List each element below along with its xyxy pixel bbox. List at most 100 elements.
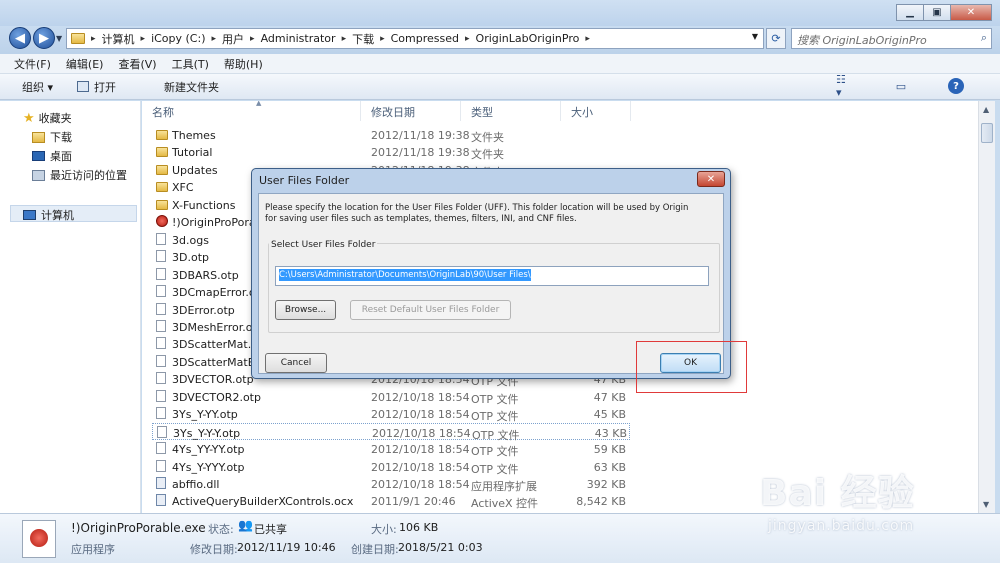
breadcrumb-computer[interactable]: 计算机 — [102, 31, 135, 47]
file-name: 3Ys_Y-Y-Y.otp — [173, 426, 241, 440]
browse-button[interactable]: Browse... — [275, 300, 336, 320]
column-header-size[interactable]: 大小 — [561, 101, 631, 121]
downloads-folder-icon — [32, 131, 45, 143]
file-icon — [156, 302, 166, 315]
menu-file[interactable]: 文件(F) — [14, 56, 51, 72]
file-row[interactable]: 4Ys_Y-YYY.otp 2012/10/18 18:54 OTP 文件 63 KB — [152, 458, 630, 476]
column-header-date[interactable]: 修改日期 — [361, 101, 461, 121]
search-icon: ⌕ — [980, 31, 987, 44]
nav-recent[interactable]: 最近访问的位置 — [32, 167, 127, 183]
folder-path-input[interactable]: C:\Users\Administrator\Documents\OriginL… — [275, 266, 709, 286]
view-options-icon[interactable]: ☷ ▾ — [836, 73, 854, 99]
watermark-main: Bai 经验 — [760, 473, 915, 514]
reset-default-folder-button[interactable]: Reset Default User Files Folder — [350, 300, 511, 320]
folder-icon — [156, 147, 168, 158]
refresh-button[interactable]: ⟳ — [766, 28, 786, 49]
file-row[interactable]: 3Ys_Y-YY.otp 2012/10/18 18:54 OTP 文件 45 KB — [152, 405, 630, 423]
history-dropdown-icon[interactable]: ▼ — [56, 34, 62, 43]
column-header-name[interactable]: 名称 — [142, 101, 361, 121]
folder-icon — [156, 182, 168, 193]
scroll-up-icon[interactable]: ▲ — [983, 105, 989, 114]
file-size: 63 KB — [593, 460, 626, 474]
help-icon[interactable]: ? — [948, 78, 964, 94]
cancel-button[interactable]: Cancel — [265, 353, 327, 373]
open-button[interactable]: 打开 — [77, 79, 140, 95]
dialog-description: Please specify the location for the User… — [265, 203, 689, 224]
file-icon — [156, 337, 166, 350]
breadcrumb-compressed[interactable]: Compressed — [391, 32, 459, 45]
preview-pane-icon[interactable]: ▭ — [892, 78, 910, 94]
file-size: 43 KB — [594, 426, 627, 440]
file-name: 3d.ogs — [172, 233, 209, 247]
details-state-value: 已共享 — [254, 523, 287, 536]
file-row[interactable]: Tutorial 2012/11/18 19:38 文件夹 — [152, 143, 630, 161]
close-button[interactable]: ✕ — [950, 4, 992, 21]
new-folder-button[interactable]: 新建文件夹 — [164, 79, 219, 95]
menu-edit[interactable]: 编辑(E) — [66, 56, 104, 72]
file-size: 45 KB — [593, 408, 626, 422]
file-name: XFC — [172, 181, 194, 195]
file-name: ActiveQueryBuilderXControls.ocx — [172, 495, 354, 509]
menu-tools[interactable]: 工具(T) — [172, 56, 209, 72]
highlight-annotation-box — [636, 341, 747, 393]
recent-places-icon — [32, 169, 45, 181]
nav-computer[interactable]: 计算机 — [23, 207, 74, 223]
file-date: 2012/10/18 18:54 — [371, 443, 470, 457]
file-name: 3DVECTOR2.otp — [172, 390, 261, 404]
file-row[interactable]: 3DVECTOR2.otp 2012/10/18 18:54 OTP 文件 47 KB — [152, 388, 630, 406]
minimize-button[interactable]: ▁ — [896, 4, 923, 21]
file-icon — [156, 354, 166, 367]
dialog-close-button[interactable]: ✕ — [697, 171, 725, 187]
file-row[interactable]: abffio.dll 2012/10/18 18:54 应用程序扩展 392 KB — [152, 475, 630, 493]
menu-view[interactable]: 查看(V) — [118, 56, 156, 72]
back-arrow-icon: ◀ — [15, 30, 25, 46]
file-icon — [156, 232, 166, 245]
refresh-icon: ⟳ — [771, 32, 781, 45]
organize-button[interactable]: 组织 ▾ — [22, 79, 53, 95]
shared-users-icon: 👥 — [238, 518, 253, 532]
address-bar[interactable]: ▸ 计算机 ▸ iCopy (C:) ▸ 用户 ▸ Administrator ▸ 下载… — [66, 28, 764, 49]
star-icon: ★ — [23, 110, 35, 126]
nav-downloads[interactable]: 下载 — [32, 129, 72, 145]
back-button[interactable]: ◀ — [9, 27, 31, 49]
file-date: 2012/11/18 19:38 — [371, 146, 470, 160]
file-icon — [156, 372, 166, 385]
file-row[interactable]: ActiveQueryBuilderXControls.ocx 2011/9/1 … — [152, 492, 630, 510]
nav-favorites[interactable]: ★ 收藏夹 — [23, 110, 72, 126]
watermark-sub: jingyan.baidu.com — [768, 518, 915, 534]
file-name: 4Ys_Y-YYY.otp — [172, 460, 245, 474]
menu-help[interactable]: 帮助(H) — [224, 56, 263, 72]
file-icon — [156, 442, 166, 455]
folder-icon — [156, 130, 168, 140]
file-icon — [156, 389, 166, 402]
forward-button[interactable]: ▶ — [33, 27, 55, 49]
details-size-label: 大小: — [371, 523, 397, 536]
file-name: Tutorial — [172, 146, 213, 160]
breadcrumb-users[interactable]: 用户 — [222, 31, 244, 47]
breadcrumb-drive[interactable]: iCopy (C:) — [151, 32, 205, 45]
file-type: ActiveX 控件 — [471, 497, 539, 511]
file-name: !)OriginProPorab — [172, 216, 263, 230]
scroll-thumb[interactable] — [981, 123, 993, 143]
nav-desktop[interactable]: 桌面 — [32, 148, 72, 164]
file-icon — [156, 459, 166, 472]
folder-icon — [156, 199, 168, 210]
breadcrumb-downloads[interactable]: 下载 — [352, 31, 374, 47]
file-date: 2012/10/18 18:54 — [371, 408, 470, 422]
toolbar-right: ☷ ▾ ▭ ? — [836, 73, 988, 99]
open-icon — [77, 81, 90, 92]
file-row[interactable]: 4Ys_YY-YY.otp 2012/10/18 18:54 OTP 文件 59 KB — [152, 440, 630, 458]
column-header-type[interactable]: 类型 — [461, 101, 561, 121]
file-name: 3DBARS.otp — [172, 268, 239, 282]
dialog-title: User Files Folder — [259, 174, 350, 187]
address-dropdown-icon[interactable]: ▼ — [752, 32, 758, 41]
breadcrumb-originpro[interactable]: OriginLabOriginPro — [476, 32, 580, 45]
file-row[interactable]: Themes 2012/11/18 19:38 文件夹 — [152, 126, 630, 144]
details-modified-label: 修改日期: — [190, 543, 238, 556]
maximize-button[interactable]: ▣ — [923, 4, 950, 21]
breadcrumb-administrator[interactable]: Administrator — [261, 32, 336, 45]
file-row[interactable]: 3Ys_Y-Y-Y.otp 2012/10/18 18:54 OTP 文件 43 KB — [152, 422, 630, 442]
search-input[interactable]: 搜索 OriginLabOriginPro ⌕ — [791, 28, 992, 49]
file-name: 3DVECTOR.otp — [172, 373, 254, 387]
file-size: 392 KB — [586, 478, 626, 491]
